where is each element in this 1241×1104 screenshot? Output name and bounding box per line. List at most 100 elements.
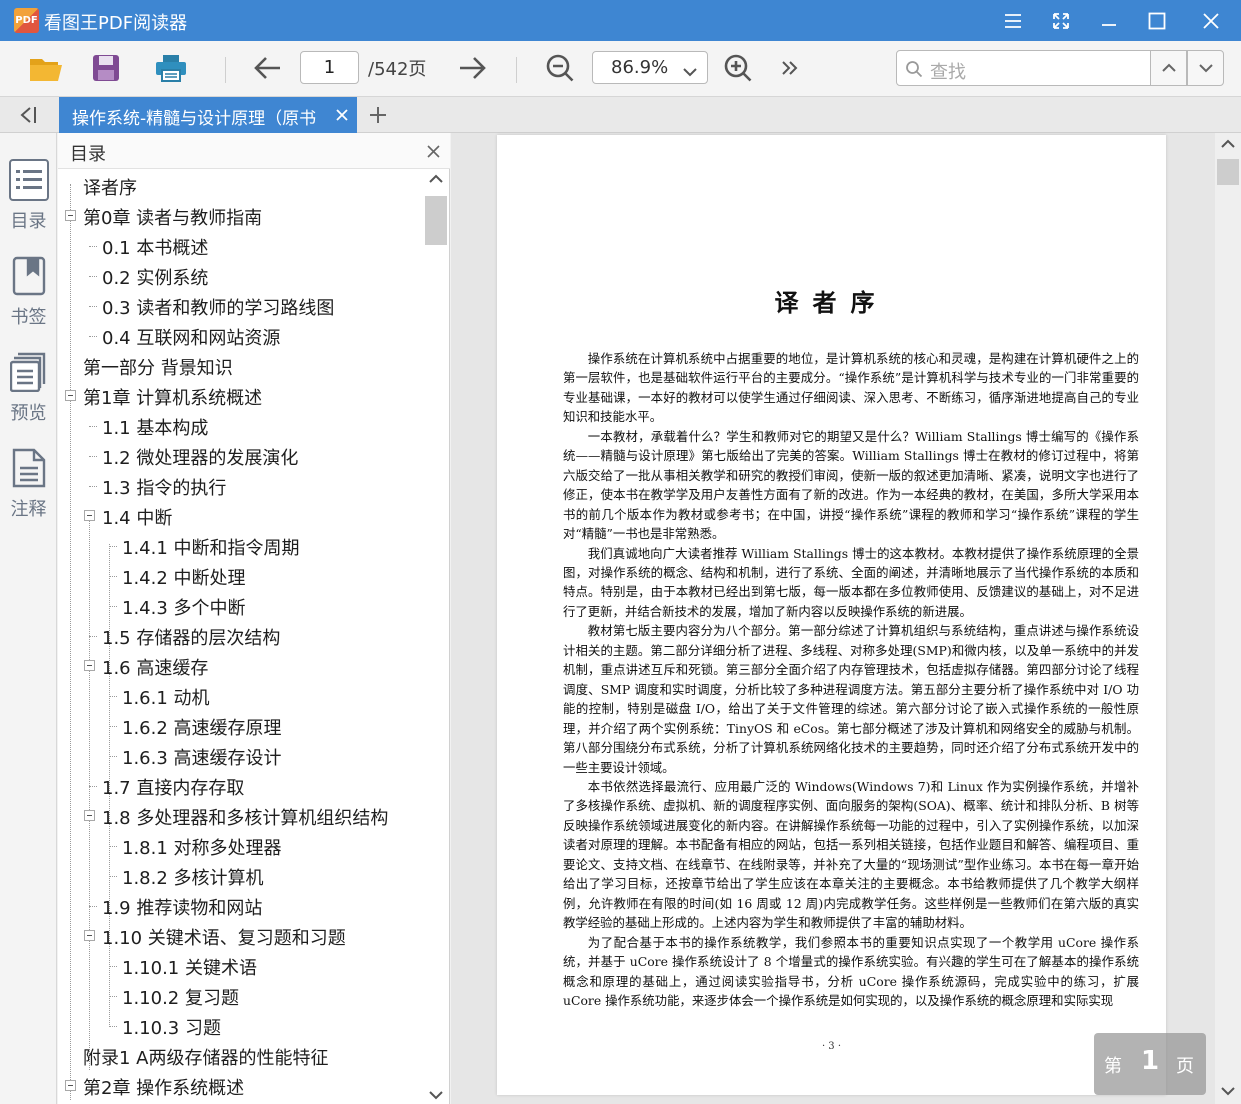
sidebar-item-preview[interactable]: 预览	[0, 351, 57, 441]
zoom-select[interactable]: 86.9%	[592, 51, 708, 84]
sidebar-item-annotations[interactable]: 注释	[0, 447, 57, 537]
toc-item-label: 1.10 关键术语、复习题和习题	[102, 928, 346, 949]
toc-item[interactable]: 1.1 基本构成	[58, 412, 424, 442]
open-folder-icon[interactable]	[26, 49, 66, 87]
toc-item[interactable]: 第一部分 背景知识	[58, 352, 424, 382]
viewer-scrollbar[interactable]	[1215, 133, 1241, 1104]
search-input[interactable]: 查找	[896, 50, 1152, 86]
zoom-out-icon[interactable]	[540, 49, 580, 87]
scroll-thumb[interactable]	[1217, 159, 1239, 185]
chevron-down-icon	[683, 62, 697, 81]
toc-item[interactable]: 1.2 微处理器的发展演化	[58, 442, 424, 472]
save-icon[interactable]	[86, 49, 126, 87]
toc-item[interactable]: 1.6.3 高速缓存设计	[58, 742, 424, 772]
page-indicator-suffix: 页	[1176, 1056, 1194, 1077]
toc-item[interactable]: 0.2 实例系统	[58, 262, 424, 292]
close-icon[interactable]	[427, 143, 440, 162]
chevron-down-icon[interactable]	[423, 1086, 449, 1104]
zoom-value: 86.9%	[611, 57, 669, 78]
collapse-toggle-icon[interactable]	[84, 660, 95, 671]
toc-item[interactable]: 1.10.2 复习题	[58, 982, 424, 1012]
arrow-left-icon[interactable]	[248, 49, 288, 87]
add-tab-button[interactable]	[366, 103, 390, 127]
search-placeholder: 查找	[930, 62, 966, 83]
tree-connector	[109, 606, 117, 607]
toc-item-label: 1.8.2 多核计算机	[122, 868, 264, 889]
tab-close-icon[interactable]	[335, 104, 349, 126]
collapse-toggle-icon[interactable]	[65, 210, 76, 221]
toc-item[interactable]: 1.8.2 多核计算机	[58, 862, 424, 892]
chevron-up-icon[interactable]	[1215, 133, 1241, 155]
sidebar-item-label: 注释	[10, 499, 47, 520]
toc-item[interactable]: 1.3 指令的执行	[58, 472, 424, 502]
menu-icon[interactable]	[990, 0, 1036, 41]
toc-item[interactable]: 1.10.1 关键术语	[58, 952, 424, 982]
toc-item[interactable]: 第0章 读者与教师指南	[58, 202, 424, 232]
toolbar-divider	[516, 57, 517, 83]
arrow-right-icon[interactable]	[452, 49, 492, 87]
zoom-in-icon[interactable]	[718, 49, 758, 87]
toc-item[interactable]: 第2章 操作系统概述	[58, 1072, 424, 1102]
maximize-icon[interactable]	[1134, 0, 1180, 41]
paragraph: 操作系统在计算机系统中占据重要的地位，是计算机系统的核心和灵魂，是构建在计算机硬…	[563, 351, 1139, 425]
collapse-toggle-icon[interactable]	[84, 510, 95, 521]
toc-item-label: 1.6.1 动机	[122, 688, 210, 709]
collapse-sidebar-icon[interactable]	[12, 103, 42, 127]
sidebar-item-toc[interactable]: 目录	[0, 159, 57, 249]
collapse-toggle-icon[interactable]	[84, 810, 95, 821]
toc-item-label: 1.9 推荐读物和网站	[102, 898, 263, 919]
tree-connector	[109, 1026, 117, 1027]
app-title: 看图王PDF阅读器	[44, 13, 188, 34]
toc-item-label: 1.4.1 中断和指令周期	[122, 538, 300, 559]
toc-item[interactable]: 1.9 推荐读物和网站	[58, 892, 424, 922]
tree-connector	[109, 546, 117, 547]
search-next-button[interactable]	[1187, 50, 1224, 86]
sidebar-item-bookmarks[interactable]: 书签	[0, 255, 57, 345]
tab-document[interactable]: 操作系统-精髓与设计原理（原书	[59, 97, 357, 133]
toc-item[interactable]: 1.10 关键术语、复习题和习题	[58, 922, 424, 952]
tree-connector	[89, 636, 97, 637]
minimize-icon[interactable]	[1086, 0, 1132, 41]
toc-item-label: 1.3 指令的执行	[102, 478, 227, 499]
toc-item[interactable]: 附录1 A两级存储器的性能特征	[58, 1042, 424, 1072]
toc-item-label: 附录1 A两级存储器的性能特征	[83, 1048, 329, 1069]
chevron-down-icon	[1198, 64, 1213, 73]
toc-scrollbar[interactable]	[423, 170, 449, 1104]
collapse-toggle-icon[interactable]	[84, 930, 95, 941]
search-prev-button[interactable]	[1150, 50, 1187, 86]
toc-item[interactable]: 0.4 互联网和网站资源	[58, 322, 424, 352]
toc-item[interactable]: 1.10.3 习题	[58, 1012, 424, 1042]
toc-item[interactable]: 1.6 高速缓存	[58, 652, 424, 682]
close-icon[interactable]	[1188, 0, 1234, 41]
toc-item[interactable]: 1.8.1 对称多处理器	[58, 832, 424, 862]
toc-item-label: 1.6.3 高速缓存设计	[122, 748, 282, 769]
toc-item[interactable]: 1.4.2 中断处理	[58, 562, 424, 592]
toc-item[interactable]: 1.4.3 多个中断	[58, 592, 424, 622]
toc-item[interactable]: 1.7 直接内存存取	[58, 772, 424, 802]
toc-item[interactable]: 1.4 中断	[58, 502, 424, 532]
fullscreen-icon[interactable]	[1038, 0, 1084, 41]
more-icon[interactable]	[770, 49, 810, 87]
tree-connector	[89, 246, 97, 247]
toc-item-label: 0.4 互联网和网站资源	[102, 328, 281, 349]
collapse-toggle-icon[interactable]	[65, 390, 76, 401]
toc-item[interactable]: 0.3 读者和教师的学习路线图	[58, 292, 424, 322]
print-icon[interactable]	[151, 49, 191, 87]
toc-item[interactable]: 1.4.1 中断和指令周期	[58, 532, 424, 562]
collapse-toggle-icon[interactable]	[65, 1080, 76, 1091]
chevron-down-icon[interactable]	[1215, 1080, 1241, 1102]
toc-item[interactable]: 第1章 计算机系统概述	[58, 382, 424, 412]
toc-item[interactable]: 0.1 本书概述	[58, 232, 424, 262]
tree-connector	[89, 336, 97, 337]
chevron-up-icon[interactable]	[423, 170, 449, 188]
toc-item[interactable]: 1.5 存储器的层次结构	[58, 622, 424, 652]
toc-item[interactable]: 译者序	[58, 172, 424, 202]
scroll-thumb[interactable]	[425, 196, 447, 245]
paragraph: 我们真诚地向广大读者推荐 William Stallings 博士的这本教材。本…	[563, 545, 1139, 619]
toc-item[interactable]: 1.8 多处理器和多核计算机组织结构	[58, 802, 424, 832]
toc-icon	[9, 159, 49, 201]
toc-item[interactable]: 1.6.2 高速缓存原理	[58, 712, 424, 742]
pdf-page: 译者序 操作系统在计算机系统中占据重要的地位，是计算机系统的核心和灵魂，是构建在…	[497, 135, 1166, 1095]
toc-item[interactable]: 1.6.1 动机	[58, 682, 424, 712]
page-number-input[interactable]: 1	[300, 51, 359, 84]
